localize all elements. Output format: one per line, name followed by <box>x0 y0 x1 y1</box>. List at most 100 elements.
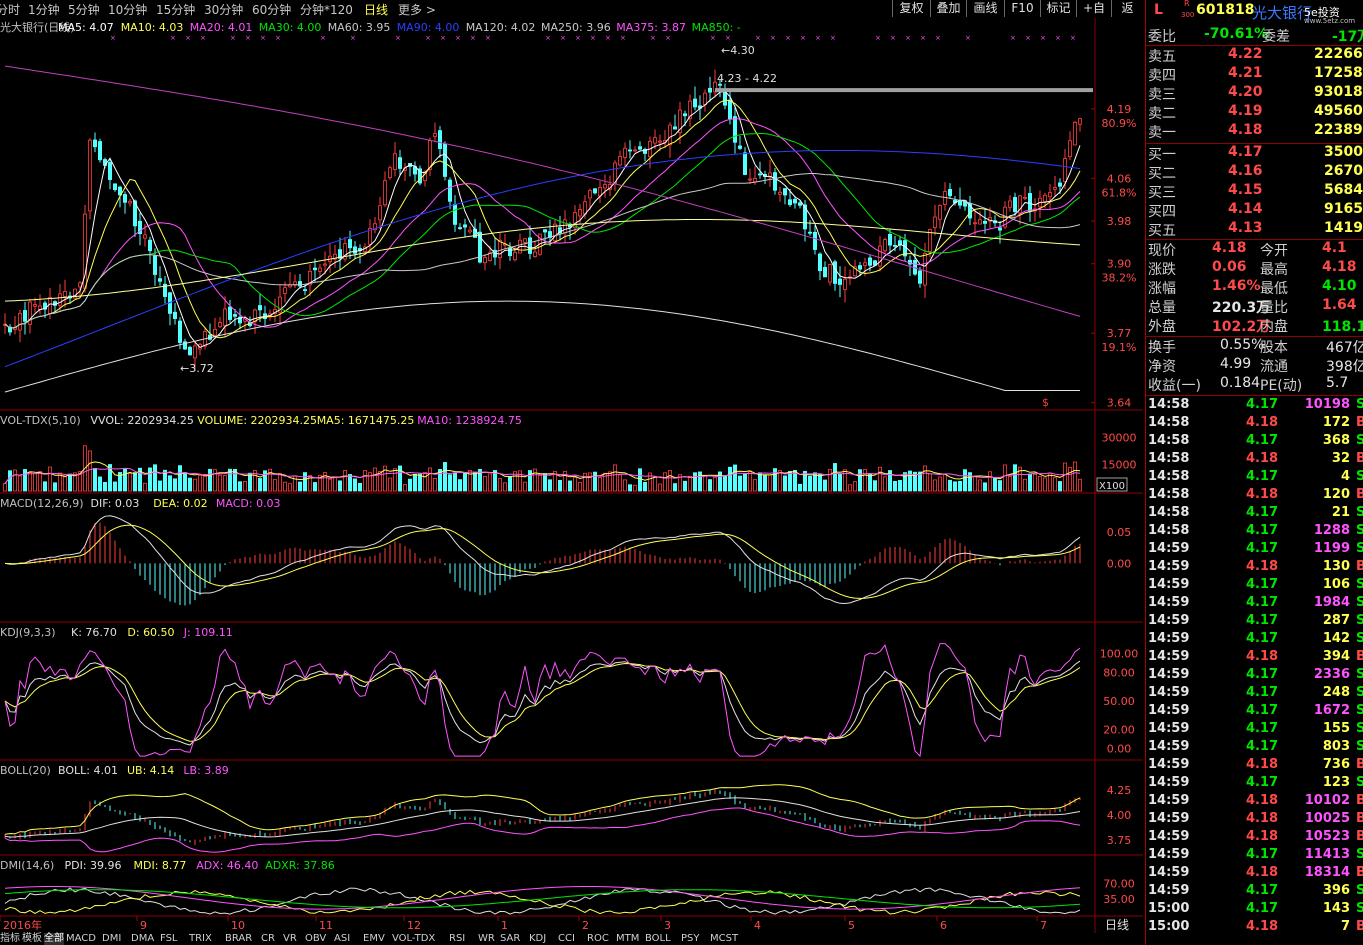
indicator-tab-20[interactable]: ROC <box>587 933 609 945</box>
candle-body <box>728 99 733 119</box>
period-tab-2[interactable]: 5分钟 <box>68 1 100 18</box>
toolbar-button-3[interactable]: F10 <box>1004 0 1040 17</box>
indicator-tab-1[interactable]: 模板 <box>22 933 42 945</box>
indicator-tab-7[interactable]: TRIX <box>189 933 212 945</box>
candle-body <box>172 311 177 319</box>
indicator-tab-18[interactable]: KDJ <box>529 933 546 945</box>
indicator-tab-2[interactable]: 全部 <box>44 933 64 945</box>
indicator-tab-12[interactable]: ASI <box>334 933 350 945</box>
signal-marker: × <box>350 34 356 42</box>
chart-area[interactable]: × × × × × × × × × × × × × × × × × × × × × × × × × × × × × × × × × × × × × × × ×… <box>0 18 1143 933</box>
signal-marker: × <box>560 34 566 42</box>
tick-time: 14:59 <box>1148 739 1190 754</box>
indicator-tab-16[interactable]: WR <box>478 933 495 945</box>
tick-row: 14:58 4.18 172 B <box>1146 415 1363 433</box>
volume-bar <box>753 479 758 492</box>
indicator-tab-23[interactable]: PSY <box>681 933 700 945</box>
signal-marker: × <box>815 34 821 42</box>
volume-bar <box>898 480 903 492</box>
signal-marker: × <box>110 34 116 42</box>
tick-side: B <box>1356 865 1363 880</box>
indicator-tab-10[interactable]: VR <box>283 933 297 945</box>
signal-marker: × <box>455 34 461 42</box>
candle-body <box>658 140 663 143</box>
volume-bar <box>157 480 162 492</box>
indicator-tab-13[interactable]: EMV <box>363 933 385 945</box>
indicator-tab-15[interactable]: RSI <box>449 933 465 945</box>
period-tab-5[interactable]: 30分钟 <box>204 1 243 18</box>
period-tab-1[interactable]: 1分钟 <box>28 1 60 18</box>
volume-bar <box>352 478 357 492</box>
period-tab-8[interactable]: 日线 <box>364 1 388 18</box>
finance-label: 换手 <box>1148 340 1176 356</box>
tick-price: 4.18 <box>1246 649 1279 664</box>
candle-body <box>563 219 568 234</box>
candle-body <box>598 186 603 197</box>
tick-row: 14:59 4.17 1199 S <box>1146 541 1363 559</box>
tick-side: S <box>1356 685 1363 700</box>
x-tick-2: 10 <box>231 919 245 932</box>
indicator-tab-19[interactable]: CCI <box>558 933 575 945</box>
indicator-tabs: 指标 模板 全部 MACD DMI DMA FSL TRIX BRAR CR VR OBV ASI EMV… <box>0 933 1143 945</box>
weibi-label: 委比 <box>1148 29 1176 45</box>
tick-time: 14:59 <box>1148 649 1190 664</box>
indicator-tab-0[interactable]: 指标 <box>0 933 20 945</box>
candle-body <box>858 265 863 270</box>
y-tick-boll: 4.25 <box>1107 784 1132 797</box>
y-tick-price: 3.90 <box>1107 258 1132 271</box>
x-tick-7: 3 <box>664 919 671 932</box>
toolbar-button-1[interactable]: 叠加 <box>930 0 966 17</box>
indicator-tab-11[interactable]: OBV <box>305 933 326 945</box>
indicator-tab-3[interactable]: MACD <box>66 933 96 945</box>
indicator-tab-8[interactable]: BRAR <box>225 933 252 945</box>
candle-body <box>523 238 528 243</box>
indicator-tab-24[interactable]: MCST <box>710 933 738 945</box>
y-tick-volume: 15000 <box>1102 458 1137 471</box>
period-tab-4[interactable]: 15分钟 <box>156 1 195 18</box>
candle-body <box>948 189 953 197</box>
indicator-tab-6[interactable]: FSL <box>160 933 178 945</box>
volume-bar <box>427 467 432 492</box>
y-tick-kdj: 50.00 <box>1103 695 1135 708</box>
legend-1: VOL-TDX(5,10) VVOL: 2202934.25 VOLUME: 220… <box>0 414 522 427</box>
tick-side: S <box>1356 901 1363 916</box>
toolbar-button-6[interactable]: 返回 <box>1111 0 1143 32</box>
period-tab-6[interactable]: 60分钟 <box>252 1 291 18</box>
volume-bar <box>628 484 633 492</box>
candle-body <box>108 162 113 180</box>
volume-bar <box>558 479 563 492</box>
tick-side: B <box>1356 415 1363 430</box>
volume-bar <box>843 469 848 492</box>
tick-row: 14:58 4.18 32 B <box>1146 451 1363 469</box>
finance-label: 净资 <box>1148 359 1176 375</box>
panel-title-4: BOLL(20) <box>0 764 51 777</box>
ask-volume: 49560 <box>1314 103 1363 119</box>
indicator-tab-22[interactable]: BOLL <box>645 933 671 945</box>
candle-body <box>22 310 27 322</box>
volume-bar <box>422 472 427 492</box>
period-tab-0[interactable]: 分时 <box>0 1 20 18</box>
toolbar-button-4[interactable]: 标记 <box>1040 0 1076 17</box>
volume-bar <box>578 482 583 492</box>
finance-value-2: 5.7 <box>1326 375 1349 391</box>
period-tab-9[interactable]: 更多 > <box>398 1 436 18</box>
legend-item-5-1: MDI: 8.77 <box>134 859 187 872</box>
indicator-tab-17[interactable]: SAR <box>500 933 520 945</box>
period-tab-7[interactable]: 分钟*120 <box>300 1 353 18</box>
candle-body <box>738 145 743 149</box>
toolbar-button-5[interactable]: +自选 <box>1076 0 1111 32</box>
indicator-tab-14[interactable]: VOL-TDX <box>392 933 435 945</box>
stat-label: 总量 <box>1148 300 1176 316</box>
indicator-tab-9[interactable]: CR <box>261 933 275 945</box>
toolbar-button-2[interactable]: 画线 <box>966 0 1004 17</box>
candle-body <box>322 263 327 266</box>
toolbar-button-0[interactable]: 复权 <box>892 0 930 17</box>
period-tab-3[interactable]: 10分钟 <box>108 1 147 18</box>
indicator-tab-4[interactable]: DMI <box>102 933 121 945</box>
indicator-tab-21[interactable]: MTM <box>616 933 639 945</box>
candle-body <box>352 246 357 254</box>
tick-price: 4.17 <box>1246 847 1279 862</box>
candle-body <box>693 98 698 108</box>
indicator-tab-5[interactable]: DMA <box>131 933 154 945</box>
x-tick-0: 2016年 <box>3 918 42 932</box>
